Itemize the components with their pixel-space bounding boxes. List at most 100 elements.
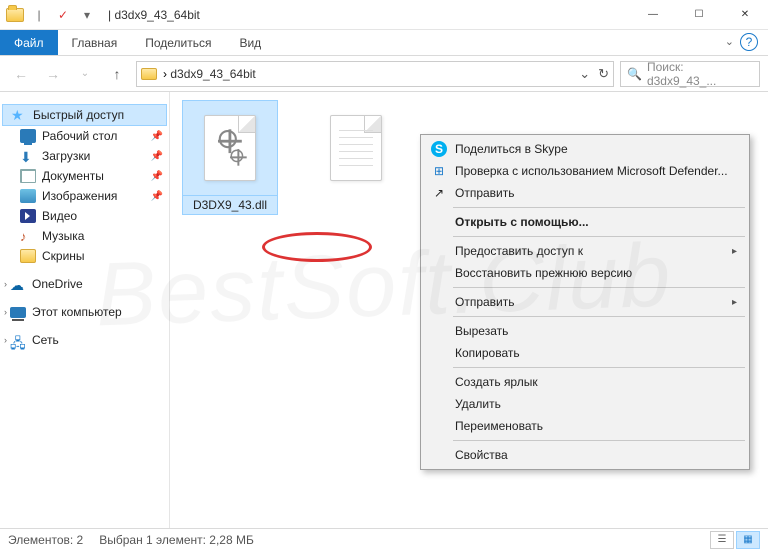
- sidebar-item-pictures[interactable]: Изображения 📌: [0, 186, 169, 206]
- minimize-button[interactable]: —: [630, 0, 676, 30]
- qat-overflow-icon[interactable]: ▾: [76, 4, 98, 26]
- search-input[interactable]: 🔍 Поиск: d3dx9_43_...: [620, 61, 760, 87]
- music-icon: ♪: [20, 229, 36, 243]
- sidebar-item-desktop[interactable]: Рабочий стол📌: [0, 126, 169, 146]
- expand-icon[interactable]: ›: [4, 279, 7, 289]
- ctx-item-send-to[interactable]: Отправить▸: [423, 291, 747, 313]
- ctx-item-give-access[interactable]: Предоставить доступ к▸: [423, 240, 747, 262]
- status-item-count: Элементов: 2: [8, 533, 83, 547]
- ctx-item-delete[interactable]: Удалить: [423, 393, 747, 415]
- sidebar-item-label: Изображения: [42, 189, 117, 203]
- nav-up-button[interactable]: ↑: [104, 61, 130, 87]
- ctx-item-open-with[interactable]: Открыть с помощью...: [423, 211, 747, 233]
- tab-file[interactable]: Файл: [0, 30, 58, 55]
- sidebar-item-label: OneDrive: [32, 277, 83, 291]
- sidebar-item-label: Документы: [42, 169, 104, 183]
- ctx-label: Поделиться в Skype: [455, 142, 568, 156]
- folder-icon: [141, 68, 157, 80]
- nav-forward-button[interactable]: →: [40, 61, 66, 87]
- pc-icon: [10, 307, 26, 318]
- cloud-icon: ☁: [10, 277, 26, 291]
- file-name-label: [308, 196, 404, 200]
- qat-properties-icon[interactable]: ✓: [52, 4, 74, 26]
- sidebar-item-downloads[interactable]: ⬇Загрузки📌: [0, 146, 169, 166]
- folder-icon: [20, 249, 36, 263]
- close-button[interactable]: ✕: [722, 0, 768, 30]
- ribbon-collapse-icon[interactable]: ⌄: [725, 35, 734, 48]
- sidebar-item-label: Рабочий стол: [42, 129, 117, 143]
- tab-view[interactable]: Вид: [225, 30, 275, 55]
- gear-icon: [231, 150, 244, 163]
- ctx-label: Вырезать: [455, 324, 508, 338]
- maximize-button[interactable]: ☐: [676, 0, 722, 30]
- sidebar-item-screenshots[interactable]: Скрины: [0, 246, 169, 266]
- sidebar-item-label: Загрузки: [42, 149, 90, 163]
- sidebar-item-label: Сеть: [32, 333, 59, 347]
- share-icon: ↗: [431, 185, 447, 201]
- sidebar-item-documents[interactable]: Документы 📌: [0, 166, 169, 186]
- refresh-icon[interactable]: ↻: [598, 66, 609, 82]
- ctx-item-cut[interactable]: Вырезать: [423, 320, 747, 342]
- tab-share[interactable]: Поделиться: [131, 30, 225, 55]
- ctx-item-share[interactable]: ↗ Отправить: [423, 182, 747, 204]
- ctx-item-restore-version[interactable]: Восстановить прежнюю версию: [423, 262, 747, 284]
- sidebar-item-network[interactable]: ›🖧 Сеть: [0, 330, 169, 350]
- ctx-label: Открыть с помощью...: [455, 215, 589, 229]
- gear-icon: [219, 130, 237, 148]
- ctx-label: Копировать: [455, 346, 520, 360]
- file-name-label: D3DX9_43.dll: [182, 196, 278, 215]
- ctx-separator: [453, 316, 745, 317]
- context-menu: S Поделиться в Skype ⊞Проверка с использо…: [420, 134, 750, 470]
- sidebar-item-quick-access[interactable]: ★ Быстрый доступ: [2, 104, 167, 126]
- navigation-pane: ★ Быстрый доступ Рабочий стол📌 ⬇Загрузки…: [0, 92, 170, 528]
- ctx-item-properties[interactable]: Свойства: [423, 444, 747, 466]
- view-large-icons-button[interactable]: ▦: [736, 531, 760, 549]
- sidebar-item-label: Видео: [42, 209, 77, 223]
- file-item-text[interactable]: [308, 100, 404, 215]
- file-thumbnail: [182, 100, 278, 196]
- expand-icon[interactable]: ›: [4, 307, 7, 317]
- status-bar: Элементов: 2 Выбран 1 элемент: 2,28 МБ ☰…: [0, 528, 768, 550]
- qat-separator: |: [28, 4, 50, 26]
- ctx-label: Удалить: [455, 397, 501, 411]
- ctx-item-defender[interactable]: ⊞Проверка с использованием Microsoft Def…: [423, 160, 747, 182]
- file-list-pane[interactable]: D3DX9_43.dll S Поделиться в Skype ⊞Провер…: [170, 92, 768, 528]
- expand-icon[interactable]: ›: [4, 335, 7, 345]
- sidebar-item-this-pc[interactable]: ›Этот компьютер: [0, 302, 169, 322]
- pin-icon: 📌: [151, 151, 163, 162]
- skype-icon: S: [431, 141, 447, 157]
- explorer-body: ★ Быстрый доступ Рабочий стол📌 ⬇Загрузки…: [0, 92, 768, 528]
- file-thumbnail: [308, 100, 404, 196]
- ctx-item-rename[interactable]: Переименовать: [423, 415, 747, 437]
- address-dropdown-icon[interactable]: ⌄: [579, 66, 590, 82]
- sidebar-item-videos[interactable]: Видео: [0, 206, 169, 226]
- ctx-separator: [453, 440, 745, 441]
- nav-back-button[interactable]: ←: [8, 61, 34, 87]
- documents-icon: [20, 169, 36, 183]
- desktop-icon: [20, 129, 36, 143]
- file-item-dll[interactable]: D3DX9_43.dll: [182, 100, 278, 215]
- ctx-item-create-shortcut[interactable]: Создать ярлык: [423, 371, 747, 393]
- sidebar-item-music[interactable]: ♪ Музыка: [0, 226, 169, 246]
- search-placeholder: Поиск: d3dx9_43_...: [647, 60, 753, 88]
- pin-icon: 📌: [151, 191, 163, 202]
- sidebar-item-label: Музыка: [42, 229, 84, 243]
- network-icon: 🖧: [10, 333, 26, 347]
- quick-access-toolbar: | ✓ ▾: [0, 4, 102, 26]
- breadcrumb-current[interactable]: d3dx9_43_64bit: [170, 67, 255, 81]
- ctx-item-copy[interactable]: Копировать: [423, 342, 747, 364]
- sidebar-item-onedrive[interactable]: ›☁ OneDrive: [0, 274, 169, 294]
- help-icon[interactable]: ?: [740, 33, 758, 51]
- ctx-label: Свойства: [455, 448, 508, 462]
- tab-home[interactable]: Главная: [58, 30, 132, 55]
- nav-recent-button[interactable]: ⌄: [72, 61, 98, 87]
- view-details-button[interactable]: ☰: [710, 531, 734, 549]
- ctx-item-skype[interactable]: S Поделиться в Skype: [423, 138, 747, 160]
- ribbon-tabs: Файл Главная Поделиться Вид ⌄ ?: [0, 30, 768, 56]
- address-bar[interactable]: › d3dx9_43_64bit ⌄ ↻: [136, 61, 614, 87]
- ctx-label: Отправить: [455, 186, 515, 200]
- folder-icon[interactable]: [4, 4, 26, 26]
- pictures-icon: [20, 189, 36, 203]
- pin-icon: 📌: [151, 171, 163, 182]
- title-bar: | ✓ ▾ | d3dx9_43_64bit — ☐ ✕: [0, 0, 768, 30]
